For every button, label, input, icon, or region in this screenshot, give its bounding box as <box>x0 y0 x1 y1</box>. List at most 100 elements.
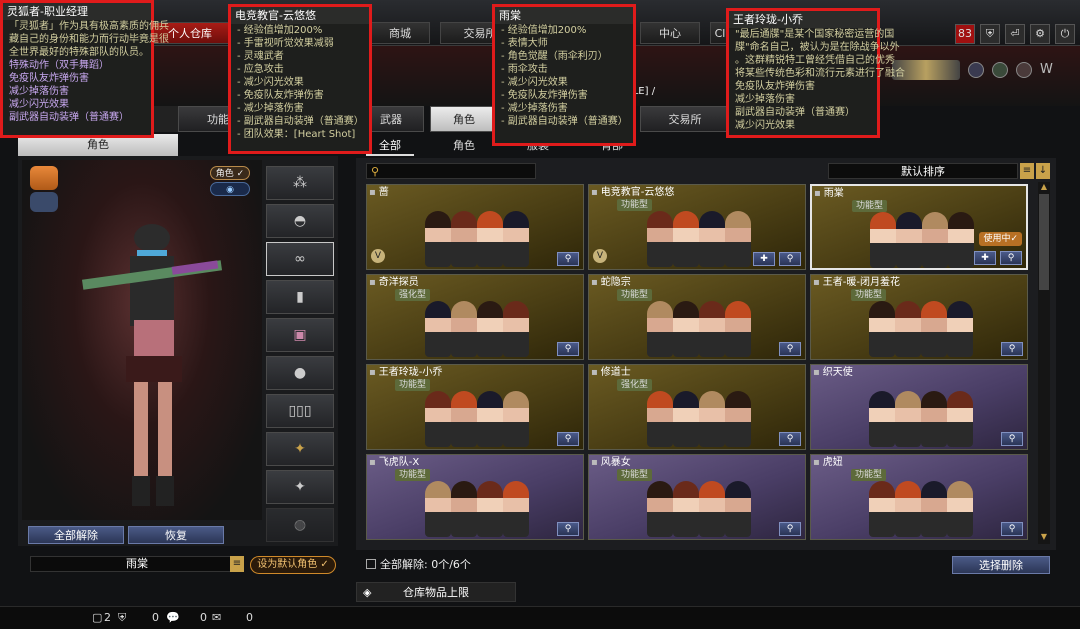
subtab-character[interactable]: 角色 <box>430 106 498 132</box>
shield-icon[interactable]: ⛨ <box>980 24 1000 44</box>
preview-magnifier-icon[interactable]: ⚲ <box>1001 342 1023 356</box>
fox-icon[interactable] <box>30 166 58 190</box>
preview-magnifier-icon[interactable]: ⚲ <box>557 342 579 356</box>
character-card[interactable]: 修道士强化型⚲ <box>588 364 806 450</box>
character-card[interactable]: 奇洋探员强化型⚲ <box>366 274 584 360</box>
scroll-down-icon[interactable]: ▼ <box>1039 532 1049 542</box>
slot-gold-wings[interactable]: ✦ <box>266 432 334 466</box>
gift-icon[interactable]: ✚ <box>753 252 775 266</box>
preview-magnifier-icon[interactable]: ⚲ <box>1001 432 1023 446</box>
slot-ammo[interactable]: ▯▯▯ <box>266 394 334 428</box>
tab-shop[interactable]: 商城 <box>370 22 430 44</box>
character-card[interactable]: 织天使 ⚲ <box>810 364 1028 450</box>
rank-icon: V <box>371 249 385 263</box>
portrait <box>947 391 973 447</box>
sort-order-icon[interactable]: ↓ <box>1036 163 1050 179</box>
preview-magnifier-icon[interactable]: ⚲ <box>1000 251 1022 265</box>
exit-icon[interactable]: ⏎ <box>1005 24 1025 44</box>
slot-backpack[interactable]: ▣ <box>266 318 334 352</box>
tooltip-line: 将某些传统色彩和流行元素进行了融合 <box>735 68 905 79</box>
portrait <box>947 301 973 357</box>
character-card[interactable]: 电竞教官-云悠悠功能型V⚲✚ <box>588 184 806 270</box>
scroll-up-icon[interactable]: ▲ <box>1039 182 1049 192</box>
preview-magnifier-icon[interactable]: ⚲ <box>1001 522 1023 536</box>
character-card[interactable]: 雨棠功能型使用中✓⚲✚ <box>810 184 1028 270</box>
tooltip-line: - 副武器自动装弹（普通赛） <box>501 116 628 127</box>
chat-icon[interactable]: 💬 <box>166 611 180 624</box>
tooltip-line: - 灵魂武者 <box>237 51 284 62</box>
preview-magnifier-icon[interactable]: ⚲ <box>557 522 579 536</box>
portrait <box>699 391 725 447</box>
tooltip-1: 电竞教官-云悠悠 - 经验值增加200% - 手雷视听觉效果减弱 - 灵魂武者 - 应急… <box>228 4 372 154</box>
portrait <box>647 481 673 537</box>
set-default-button[interactable]: 设为默认角色 ✓ <box>250 556 336 574</box>
mask-icon[interactable] <box>30 192 58 212</box>
card-portraits <box>425 377 535 447</box>
slot-helmet[interactable]: ◓ <box>266 204 334 238</box>
subtab-exchange[interactable]: 交易所 <box>640 106 730 132</box>
card-portraits <box>647 377 757 447</box>
power-icon[interactable]: ⏻ <box>1055 24 1075 44</box>
warehouse-limit[interactable]: ◈ 仓库物品上限 <box>356 582 516 602</box>
checkbox-icon[interactable] <box>366 559 376 569</box>
character-card[interactable]: 王者-暖-闭月羞花功能型⚲ <box>810 274 1028 360</box>
cat-character[interactable]: 角色 <box>440 136 488 156</box>
unequip-all-button[interactable]: 全部解除 <box>28 526 124 544</box>
preview-magnifier-icon[interactable]: ⚲ <box>779 432 801 446</box>
emblem2-icon[interactable] <box>992 62 1008 78</box>
slot-goggles[interactable]: ∞ <box>266 242 334 276</box>
character-card[interactable]: 蛇隐宗功能型⚲ <box>588 274 806 360</box>
preview-magnifier-icon[interactable]: ⚲ <box>779 522 801 536</box>
preview-magnifier-icon[interactable]: ⚲ <box>779 252 801 266</box>
status-bar: ▢ 2 ⛨ 0 💬 0 ✉ 0 <box>0 606 1080 629</box>
portrait <box>477 481 503 537</box>
sort-dropdown[interactable]: 默认排序 <box>828 163 1018 179</box>
slot-empty[interactable]: ◍ <box>266 508 334 542</box>
tab-center[interactable]: 中心 <box>640 22 700 44</box>
tooltip-line: - 团队效果：[Heart Shot] <box>237 129 356 140</box>
slot-grenade[interactable]: ● <box>266 356 334 390</box>
grenade-icon: ● <box>293 365 307 381</box>
character-card[interactable]: 王者玲珑-小乔功能型⚲ <box>366 364 584 450</box>
tooltip-line: - 雨伞攻击 <box>501 64 548 75</box>
list-icon[interactable]: ≡ <box>230 556 244 572</box>
search-input[interactable]: ⚲ <box>366 163 536 179</box>
character-card[interactable]: 虎妞功能型⚲ <box>810 454 1028 540</box>
select-delete-button[interactable]: 选择删除 <box>952 556 1050 574</box>
character-card[interactable]: 飞虎队-X功能型⚲ <box>366 454 584 540</box>
restore-button[interactable]: 恢复 <box>128 526 224 544</box>
slot-rifle[interactable]: ⁂ <box>266 166 334 200</box>
character-card[interactable]: 蔷 V ⚲ <box>366 184 584 270</box>
slot-device[interactable]: ▮ <box>266 280 334 314</box>
portrait <box>425 211 451 267</box>
tooltip-line: 副武器自动装弹（普通赛） <box>735 107 855 118</box>
gear-icon[interactable]: ⚙ <box>1030 24 1050 44</box>
preview-magnifier-icon[interactable]: ⚲ <box>779 342 801 356</box>
emblem3-icon[interactable] <box>1016 62 1032 78</box>
slot-silver-wings[interactable]: ✦ <box>266 470 334 504</box>
gift-icon[interactable]: ✚ <box>974 251 996 265</box>
cat-all[interactable]: 全部 <box>366 136 414 156</box>
portrait <box>647 301 673 357</box>
portrait <box>477 301 503 357</box>
eye-icon[interactable]: ◉ <box>210 182 250 196</box>
portrait <box>647 211 673 267</box>
wing-icon[interactable]: W <box>1040 62 1056 78</box>
tooltip-line: 「灵狐者」作为具有极高素质的佣兵 <box>9 21 169 32</box>
tooltip-line: 减少闪光效果 <box>735 120 795 131</box>
portrait <box>895 391 921 447</box>
mail-icon[interactable]: ✉ <box>212 611 221 624</box>
preview-magnifier-icon[interactable]: ⚲ <box>557 252 579 266</box>
ammo-icon: ▯▯▯ <box>288 403 312 419</box>
card-name: 修道士 <box>591 366 631 380</box>
emblem-icon[interactable] <box>968 62 984 78</box>
scrollbar-track[interactable]: ▲ ▼ <box>1038 182 1050 544</box>
preview-magnifier-icon[interactable]: ⚲ <box>557 432 579 446</box>
sort-list-icon[interactable]: ≡ <box>1020 163 1034 179</box>
portrait <box>451 301 477 357</box>
scrollbar-thumb[interactable] <box>1039 194 1049 290</box>
character-card[interactable]: 风暴女功能型⚲ <box>588 454 806 540</box>
card-portraits <box>425 197 535 267</box>
tooltip-line: - 角色觉醒（雨伞利刃） <box>501 51 608 62</box>
role-chip[interactable]: 角色 ✓ <box>210 166 250 180</box>
